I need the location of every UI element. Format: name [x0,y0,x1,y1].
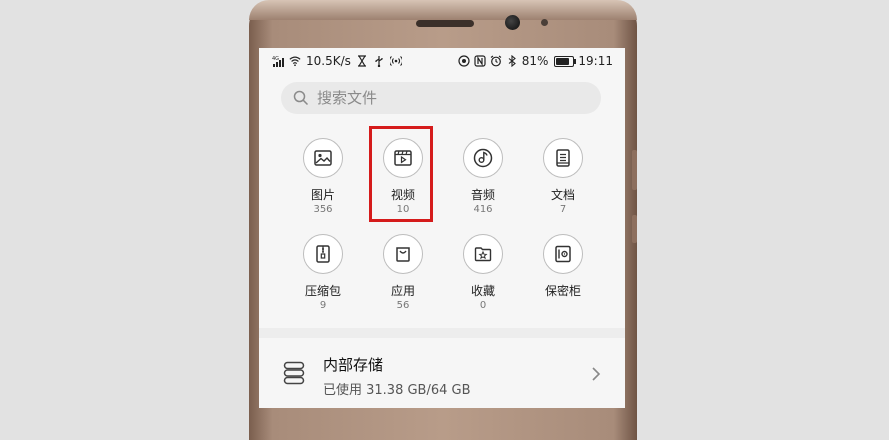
app-bag-icon [396,247,410,262]
category-label: 收藏 [470,284,495,298]
phone-screen: 4G 10.5K/s 81% 19:11 搜索文件 图片 356 视频 10 音… [259,48,625,408]
chevron-right-icon [592,367,601,381]
category-icon-circle [463,234,503,274]
storage-title: 内部存储 [323,356,384,374]
phone-top-rim [249,0,637,20]
nfc-icon [474,55,486,67]
category-count: 416 [473,204,493,215]
category-label: 保密柜 [544,284,581,298]
category-favorites[interactable]: 收藏 0 [443,232,523,328]
phone-power-button [632,215,637,243]
category-icon-circle [543,234,583,274]
battery-level-fill [556,57,570,65]
category-images[interactable]: 图片 356 [283,136,363,232]
search-bar[interactable] [281,82,601,114]
battery-tip [574,58,577,64]
battery-icon [554,55,577,67]
audio-icon [473,148,493,168]
hotspot-icon [389,56,402,66]
category-safe[interactable]: 保密柜 [523,232,603,328]
category-icon-circle [383,234,423,274]
storage-usage: 已使用 31.38 GB/64 GB [323,383,471,398]
category-icon-circle [303,138,343,178]
category-count: 0 [479,300,487,311]
archive-icon [316,245,330,263]
alarm-icon [490,55,502,67]
phone-volume-button [632,150,637,190]
phone-earpiece [416,20,474,27]
highlight-box-videos [369,126,433,222]
category-audio[interactable]: 音频 416 [443,136,523,232]
category-archives[interactable]: 压缩包 9 [283,232,363,328]
document-icon [556,149,570,167]
category-label: 文档 [550,188,575,202]
category-label: 压缩包 [304,284,341,298]
category-count: 7 [559,204,567,215]
proximity-sensor [541,19,548,26]
category-label: 应用 [390,284,415,298]
category-label: 图片 [310,188,335,202]
internal-storage-row[interactable]: 内部存储 已使用 31.38 GB/64 GB [259,338,625,408]
bluetooth-icon [508,55,516,67]
category-icon-circle [463,138,503,178]
svg-text:4G: 4G [272,56,279,62]
clock-time: 19:11 [578,54,613,68]
cellular-signal-icon: 4G [272,56,284,67]
eye-comfort-icon [458,55,470,67]
category-icon-circle [303,234,343,274]
favorites-folder-icon [474,247,492,262]
safe-icon [555,245,571,263]
category-count: 9 [319,300,327,311]
storage-icon [283,361,305,385]
category-count: 356 [313,204,333,215]
battery-percent: 81% [521,54,549,68]
status-right: 81% 19:11 [458,54,613,68]
network-speed: 10.5K/s [306,54,351,68]
status-left: 4G 10.5K/s [272,54,402,68]
status-bar: 4G 10.5K/s 81% 19:11 [259,48,625,74]
usb-icon [375,56,383,67]
category-icon-circle [543,138,583,178]
category-grid: 图片 356 视频 10 音频 416 文档 7 压缩包 9 应用 56 收藏 … [283,136,603,316]
category-label: 音频 [470,188,495,202]
category-documents[interactable]: 文档 7 [523,136,603,232]
search-icon [293,90,309,106]
wifi-icon [289,56,301,67]
search-input[interactable] [315,88,579,108]
section-divider [259,328,625,338]
hourglass-icon [357,55,366,67]
category-count: 56 [396,300,410,311]
category-apps[interactable]: 应用 56 [363,232,443,328]
front-camera [505,15,520,30]
image-icon [314,150,332,166]
